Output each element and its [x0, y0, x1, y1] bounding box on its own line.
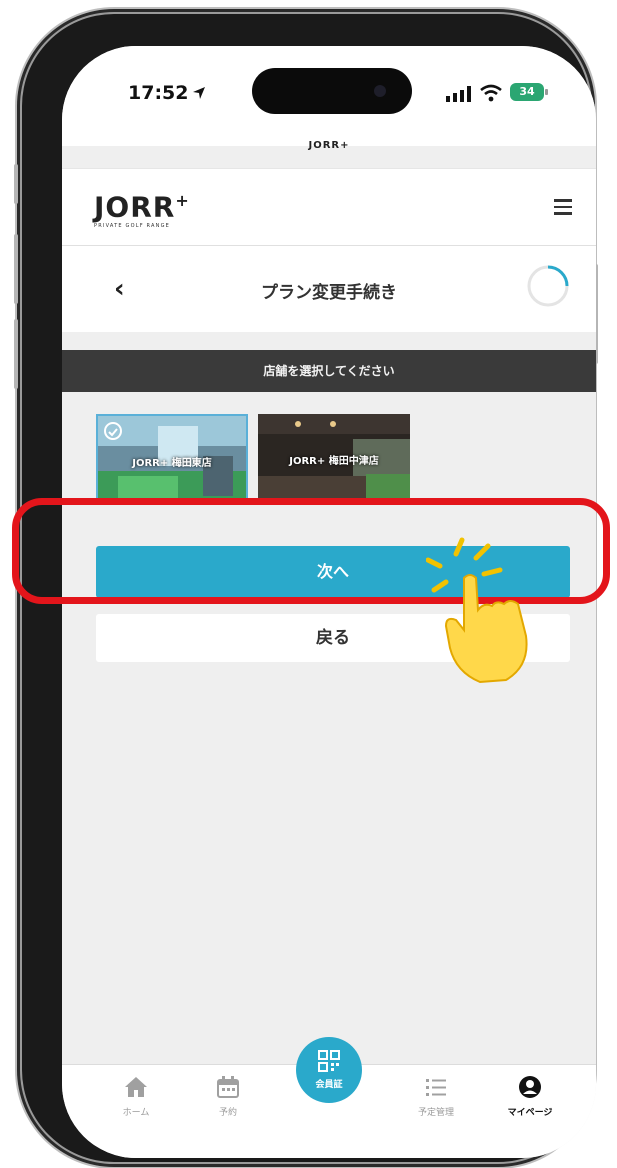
logo-plus: +: [175, 191, 190, 210]
store-label: JORR+ 梅田東店: [132, 458, 212, 469]
store-card-umeda-higashi[interactable]: JORR+ 梅田東店: [96, 414, 248, 504]
tab-label: 会員証: [315, 1080, 343, 1090]
page-title-bar: ‹ プラン変更手続き: [62, 246, 596, 332]
store-card-umeda-nakatsu[interactable]: JORR+ 梅田中津店: [258, 414, 410, 504]
loading-spinner-icon: [527, 265, 569, 307]
user-circle-icon: [519, 1076, 541, 1098]
cellular-signal-icon: [446, 86, 471, 102]
member-card-button[interactable]: 会員証: [296, 1037, 362, 1103]
select-store-banner: 店舗を選択してください: [62, 350, 596, 392]
tab-label: ホーム: [122, 1108, 150, 1118]
tab-reserve[interactable]: 予約: [188, 1075, 268, 1118]
status-bar: 17:52 34 JORR+: [62, 46, 596, 151]
app-header: JORR+ PRIVATE GOLF RANGE: [62, 168, 596, 246]
browser-page-title: JORR+: [308, 140, 350, 151]
bottom-tab-bar: ホーム 予約 会員証 予定管理 マイページ: [62, 1037, 596, 1158]
tab-label: 予定管理: [417, 1108, 454, 1118]
mute-switch: [14, 164, 18, 204]
qr-code-icon: [318, 1050, 340, 1072]
list-icon: [426, 1079, 446, 1096]
store-label: JORR+ 梅田中津店: [289, 456, 379, 467]
hamburger-menu-icon[interactable]: [554, 199, 572, 219]
tab-label: マイページ: [507, 1108, 553, 1118]
tab-label: 予約: [218, 1108, 237, 1118]
location-arrow-icon: [193, 87, 205, 99]
dynamic-island: [252, 68, 412, 114]
battery-icon: 34: [510, 83, 548, 101]
logo-text: JORR: [94, 190, 176, 224]
calendar-icon: [217, 1076, 239, 1098]
wifi-icon: [480, 84, 502, 102]
tab-home[interactable]: ホーム: [96, 1075, 176, 1118]
tab-mypage[interactable]: マイページ: [490, 1075, 570, 1118]
tapping-hand-icon: [426, 537, 528, 684]
status-time: 17:52: [128, 82, 189, 104]
volume-down-button: [14, 319, 18, 389]
brand-logo[interactable]: JORR+ PRIVATE GOLF RANGE: [94, 187, 190, 229]
selected-check-icon: [104, 422, 122, 440]
page-title: プラン変更手続き: [261, 283, 397, 303]
tab-schedule[interactable]: 予定管理: [396, 1075, 476, 1118]
volume-up-button: [14, 234, 18, 304]
logo-tagline: PRIVATE GOLF RANGE: [94, 223, 171, 230]
home-icon: [125, 1077, 147, 1097]
